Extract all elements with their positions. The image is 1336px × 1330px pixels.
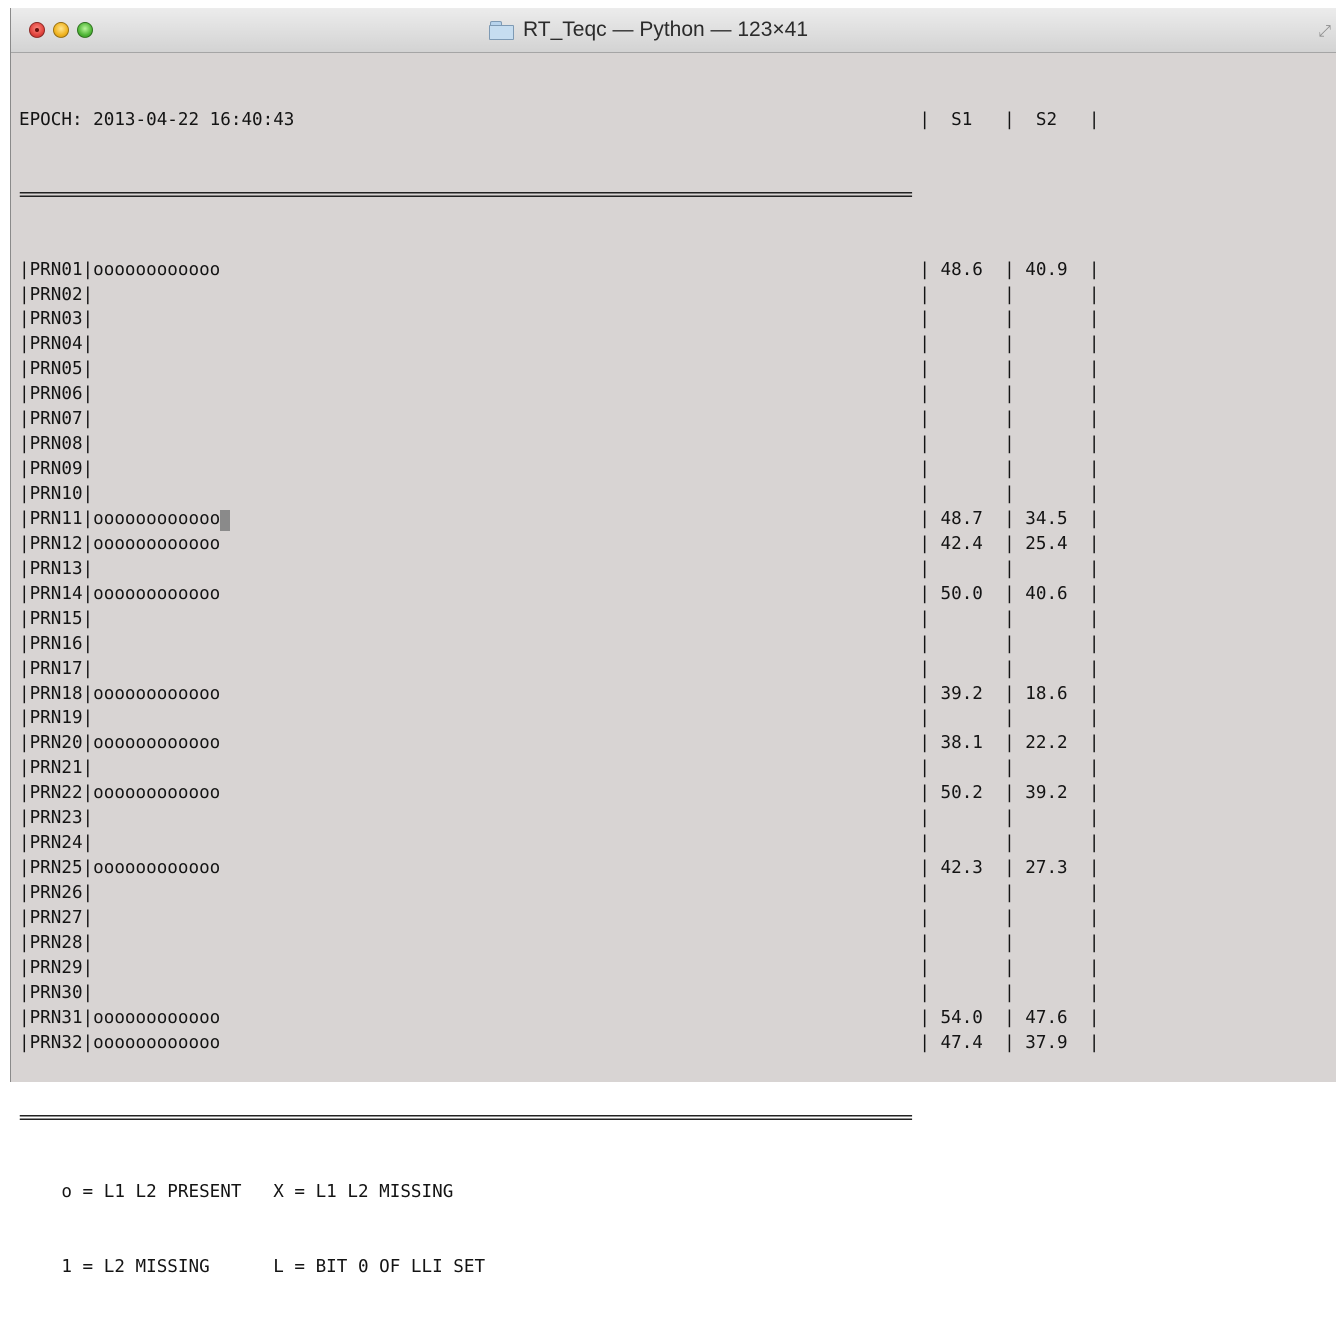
prn-row-text: |PRN29| | | | (19, 957, 1100, 978)
prn-row-text: |PRN21| | | | (19, 758, 1100, 779)
prn-row-text: |PRN14|oooooooooooo | 50.0 | 40.6 | (19, 583, 1100, 604)
prn-row-text: |PRN18|oooooooooooo | 39.2 | 18.6 | (19, 683, 1100, 704)
prn-row: |PRN27| | | | (19, 906, 1319, 931)
prn-row-text: |PRN11|oooooooooooo | 48.7 | 34.5 | (19, 508, 1100, 529)
prn-row: |PRN16| | | | (19, 632, 1319, 657)
prn-row-text: |PRN13| | | | (19, 558, 1100, 579)
prn-row-text: |PRN03| | | | (19, 309, 1100, 330)
prn-rows: |PRN01|oooooooooooo | 48.6 | 40.9 | |PRN0… (19, 258, 1319, 1056)
window-title: RT_Teqc — Python — 123×41 (489, 17, 808, 43)
top-separator: ========================================… (19, 184, 913, 205)
prn-row: |PRN19| | | | (19, 706, 1319, 731)
prn-row-text: |PRN15| | | | (19, 608, 1100, 629)
prn-row-text: |PRN30| | | | (19, 982, 1100, 1003)
prn-row-text: |PRN19| | | | (19, 708, 1100, 729)
prn-row: |PRN07| | | | (19, 407, 1319, 432)
prn-row: |PRN22|oooooooooooo | 50.2 | 39.2 | (19, 781, 1319, 806)
prn-row: |PRN12|oooooooooooo | 42.4 | 25.4 | (19, 532, 1319, 557)
prn-row-text: |PRN10| | | | (19, 484, 1100, 505)
prn-row: |PRN11|oooooooooooo | 48.7 | 34.5 | (19, 507, 1319, 532)
prn-row-text: |PRN07| | | | (19, 409, 1100, 430)
prn-row: |PRN30| | | | (19, 981, 1319, 1006)
window-title-text: RT_Teqc — Python — 123×41 (523, 18, 809, 41)
prn-row-text: |PRN06| | | | (19, 384, 1100, 405)
prn-row-text: |PRN26| | | | (19, 883, 1100, 904)
prn-row-text: |PRN04| | | | (19, 334, 1100, 355)
bottom-separator: ========================================… (19, 1107, 913, 1128)
prn-row: |PRN15| | | | (19, 607, 1319, 632)
prn-row: |PRN32|oooooooooooo | 47.4 | 37.9 | (19, 1031, 1319, 1056)
prn-row-text: |PRN31|oooooooooooo | 54.0 | 47.6 | (19, 1007, 1100, 1028)
terminal-content[interactable]: EPOCH: 2013-04-22 16:40:43 | S1 | S2 | =… (19, 58, 1319, 1330)
prn-row-text: |PRN22|oooooooooooo | 50.2 | 39.2 | (19, 783, 1100, 804)
prn-row: |PRN09| | | | (19, 457, 1319, 482)
prn-row-text: |PRN16| | | | (19, 633, 1100, 654)
prn-row: |PRN03| | | | (19, 307, 1319, 332)
prn-row: |PRN04| | | | (19, 332, 1319, 357)
prn-row: |PRN17| | | | (19, 657, 1319, 682)
prn-row-text: |PRN02| | | | (19, 284, 1100, 305)
prn-row: |PRN26| | | | (19, 881, 1319, 906)
prn-row: |PRN06| | | | (19, 382, 1319, 407)
prn-row: |PRN18|oooooooooooo | 39.2 | 18.6 | (19, 682, 1319, 707)
prn-row: |PRN29| | | | (19, 956, 1319, 981)
prn-row-text: |PRN17| | | | (19, 658, 1100, 679)
epoch-header: EPOCH: 2013-04-22 16:40:43 | S1 | S2 | (19, 109, 1100, 130)
prn-row: |PRN21| | | | (19, 756, 1319, 781)
legend-line-1: o = L1 L2 PRESENT X = L1 L2 MISSING (19, 1182, 454, 1203)
prn-row-text: |PRN23| | | | (19, 808, 1100, 829)
prn-row-text: |PRN01|oooooooooooo | 48.6 | 40.9 | (19, 259, 1100, 280)
prn-row-text: |PRN25|oooooooooooo | 42.3 | 27.3 | (19, 858, 1100, 879)
prn-row: |PRN08| | | | (19, 432, 1319, 457)
prn-row-text: |PRN05| | | | (19, 359, 1100, 380)
prn-row: |PRN01|oooooooooooo | 48.6 | 40.9 | (19, 258, 1319, 283)
prn-row-text: |PRN08| | | | (19, 434, 1100, 455)
terminal-window: RT_Teqc — Python — 123×41 ⤢ EPOCH: 2013-… (10, 8, 1336, 1277)
close-button[interactable] (29, 22, 45, 38)
prn-row-text: |PRN09| | | | (19, 459, 1100, 480)
minimize-button[interactable] (53, 22, 69, 38)
folder-icon (489, 20, 515, 40)
prn-row: |PRN28| | | | (19, 931, 1319, 956)
prn-row: |PRN05| | | | (19, 357, 1319, 382)
prn-row-text: |PRN20|oooooooooooo | 38.1 | 22.2 | (19, 733, 1100, 754)
prn-row: |PRN02| | | | (19, 283, 1319, 308)
zoom-button[interactable] (77, 22, 93, 38)
prn-row-text: |PRN28| | | | (19, 932, 1100, 953)
fullscreen-icon[interactable]: ⤢ (1318, 21, 1331, 41)
prn-row: |PRN25|oooooooooooo | 42.3 | 27.3 | (19, 856, 1319, 881)
prn-row: |PRN10| | | | (19, 482, 1319, 507)
prn-row: |PRN23| | | | (19, 806, 1319, 831)
prn-row: |PRN31|oooooooooooo | 54.0 | 47.6 | (19, 1006, 1319, 1031)
prn-row-text: |PRN12|oooooooooooo | 42.4 | 25.4 | (19, 533, 1100, 554)
prn-row: |PRN13| | | | (19, 557, 1319, 582)
prn-row-text: |PRN24| | | | (19, 833, 1100, 854)
legend-line-2: 1 = L2 MISSING L = BIT 0 OF LLI SET (19, 1257, 486, 1278)
prn-row-text: |PRN32|oooooooooooo | 47.4 | 37.9 | (19, 1032, 1100, 1053)
text-cursor (220, 509, 231, 531)
title-bar[interactable]: RT_Teqc — Python — 123×41 ⤢ (11, 8, 1336, 53)
prn-row-text: |PRN27| | | | (19, 907, 1100, 928)
prn-row: |PRN24| | | | (19, 831, 1319, 856)
prn-row: |PRN14|oooooooooooo | 50.0 | 40.6 | (19, 582, 1319, 607)
prn-row: |PRN20|oooooooooooo | 38.1 | 22.2 | (19, 731, 1319, 756)
